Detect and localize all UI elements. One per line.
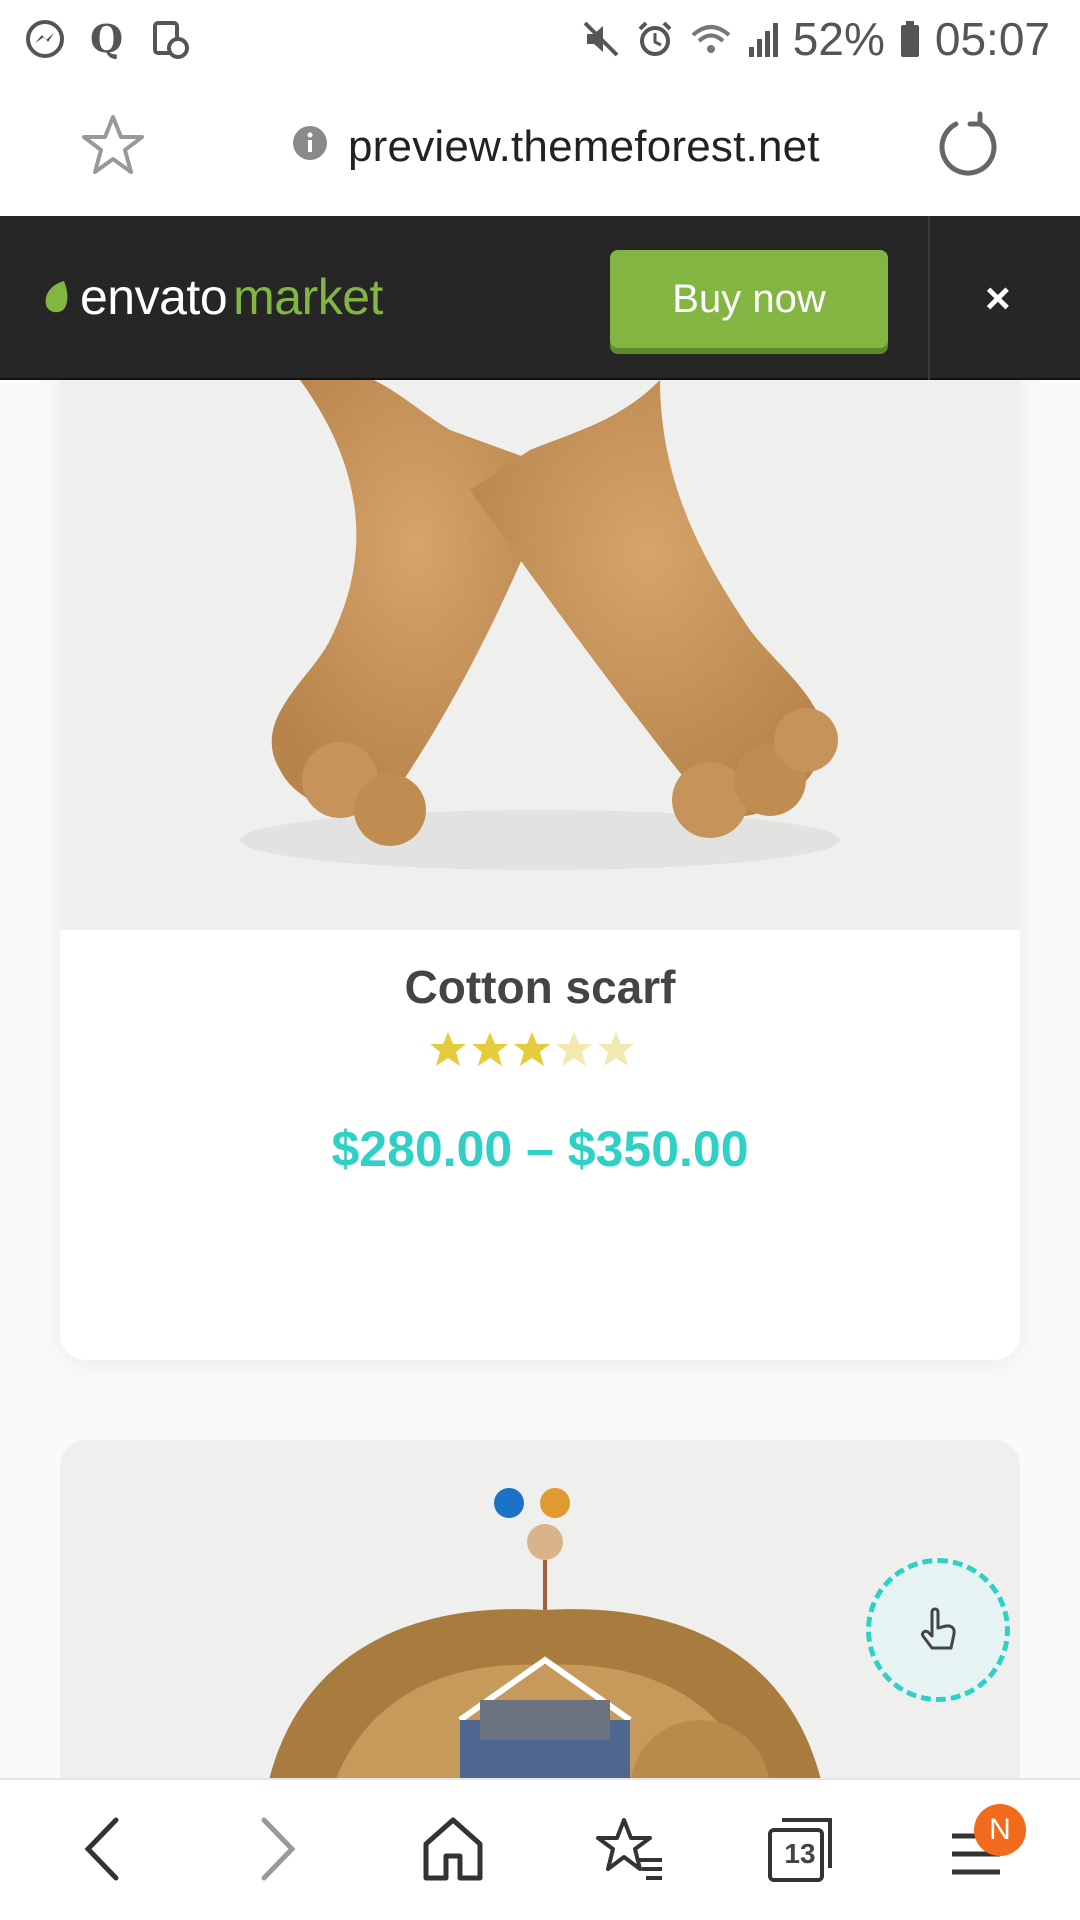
wifi-icon — [689, 19, 733, 59]
mute-icon — [581, 19, 621, 59]
screen-record-icon — [150, 18, 190, 60]
product-image[interactable] — [60, 380, 1020, 930]
product-card[interactable]: Cotton scarf $280.00 – $350.00 — [60, 380, 1020, 1360]
buy-now-button[interactable]: Buy now — [610, 250, 888, 348]
battery-icon — [899, 19, 921, 59]
star-filled-icon — [514, 1032, 550, 1066]
browser-url-bar: preview.themeforest.net — [0, 80, 1080, 216]
home-icon[interactable] — [420, 1814, 486, 1889]
forward-icon[interactable] — [256, 1814, 300, 1889]
tab-count: 13 — [784, 1838, 816, 1869]
product-price: $280.00 – $350.00 — [331, 1121, 749, 1177]
messenger-icon — [24, 18, 66, 60]
svg-text:Q: Q — [90, 18, 123, 60]
close-button[interactable]: × — [985, 274, 1011, 324]
back-icon[interactable] — [80, 1814, 124, 1889]
alarm-icon — [635, 19, 675, 59]
star-rating — [428, 1030, 636, 1070]
reload-icon[interactable] — [932, 110, 1004, 187]
product-title[interactable]: Cotton scarf — [60, 960, 1020, 1014]
clock-time: 05:07 — [934, 13, 1050, 65]
star-empty-icon — [556, 1032, 592, 1066]
star-empty-icon — [598, 1032, 634, 1066]
battery-percent: 52% — [792, 13, 885, 65]
notification-badge: N — [974, 1804, 1026, 1856]
info-icon[interactable] — [292, 125, 328, 166]
bookmarks-icon[interactable] — [594, 1814, 666, 1889]
star-icon[interactable] — [80, 112, 146, 183]
star-filled-icon — [430, 1032, 466, 1066]
star-filled-icon — [472, 1032, 508, 1066]
leaf-icon — [45, 281, 68, 313]
touch-fab-button[interactable] — [866, 1558, 1010, 1702]
hand-pointer-icon — [921, 1607, 956, 1650]
q-icon: Q — [88, 18, 128, 60]
signal-icon — [747, 19, 779, 59]
divider — [928, 216, 930, 380]
logo-word-envato: envato — [80, 269, 228, 325]
status-bar: Q 52% 05:07 — [0, 0, 1080, 80]
url-text[interactable]: preview.themeforest.net — [348, 122, 820, 172]
logo-word-market: market — [233, 269, 383, 325]
envato-logo[interactable]: envato market — [42, 268, 383, 326]
browser-bottom-nav: 13 N — [0, 1778, 1080, 1920]
envato-market-bar: envato market Buy now × — [0, 216, 1080, 380]
